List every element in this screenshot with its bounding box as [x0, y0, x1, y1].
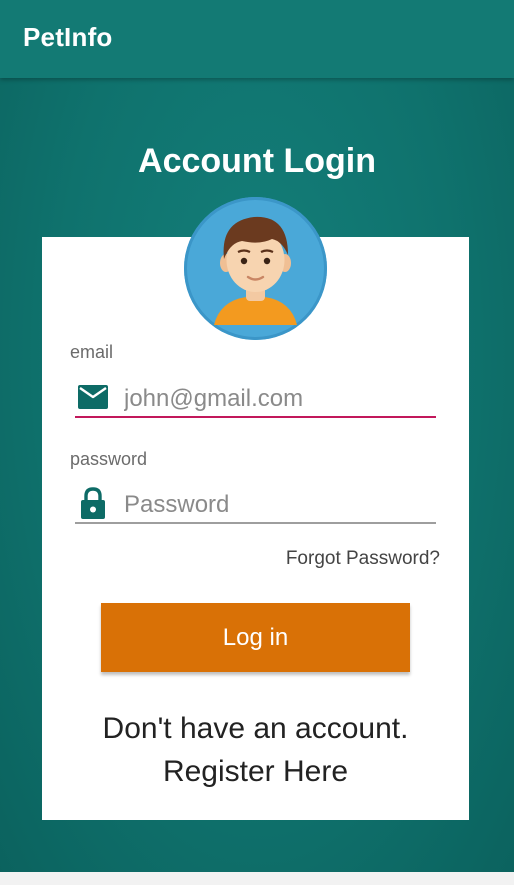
register-line-1: Don't have an account.: [102, 712, 409, 745]
register-link[interactable]: Don't have an account. Register Here: [42, 707, 469, 793]
app-title: PetInfo: [23, 22, 113, 52]
login-button[interactable]: Log in: [101, 603, 410, 672]
user-avatar-icon: [184, 197, 327, 340]
forgot-password-link[interactable]: Forgot Password?: [286, 548, 440, 570]
login-screen: PetInfo Account Login email john@gmail.c…: [0, 0, 514, 885]
email-field[interactable]: [124, 384, 432, 414]
page-title: Account Login: [138, 142, 376, 180]
email-label: email: [70, 342, 114, 362]
lock-icon: [80, 487, 106, 524]
email-underline: [75, 416, 436, 418]
password-underline: [75, 522, 436, 524]
email-icon: [78, 385, 108, 414]
app-bar: PetInfo: [0, 0, 514, 78]
bottom-edge: [0, 872, 514, 885]
password-field[interactable]: [124, 490, 432, 520]
password-label: password: [70, 449, 148, 469]
register-line-2: Register Here: [162, 755, 349, 788]
